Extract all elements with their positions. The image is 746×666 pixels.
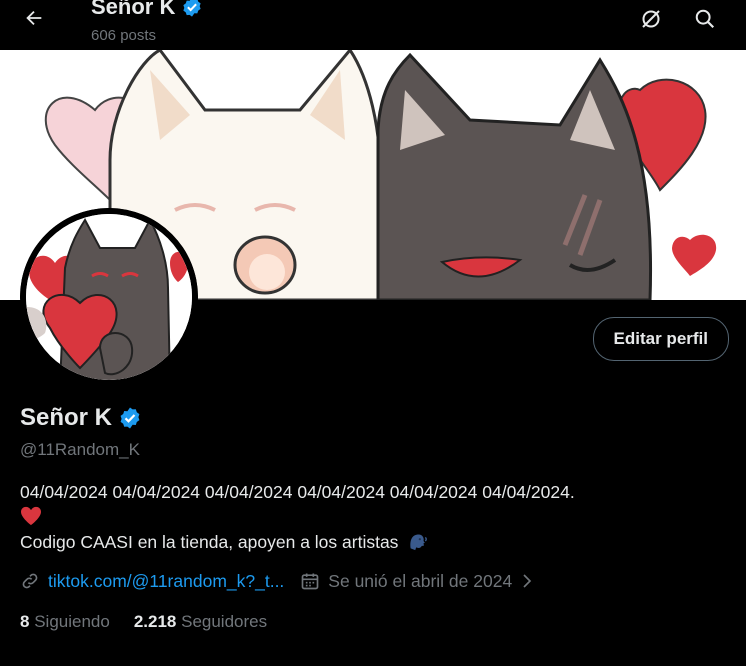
speaking-head-icon — [410, 534, 428, 551]
verified-badge-icon[interactable] — [118, 406, 142, 430]
profile-handle: @11Random_K — [20, 440, 140, 459]
search-button[interactable] — [690, 4, 720, 34]
profile-meta: tiktok.com/@11random_k?_t... Se unió el … — [20, 568, 536, 594]
header-name-text: Señor K — [91, 0, 176, 19]
search-icon — [695, 9, 715, 29]
display-name-text: Señor K — [20, 404, 113, 431]
verified-badge-icon — [183, 0, 201, 17]
profile-bio: 04/04/2024 04/04/2024 04/04/2024 04/04/2… — [20, 480, 726, 555]
top-bar: Señor K 606 posts — [0, 0, 746, 50]
avatar-illustration — [20, 208, 198, 386]
following-link[interactable]: 8 Siguiendo — [20, 612, 110, 632]
red-heart-icon — [21, 506, 41, 526]
profile-stats: 8 Siguiendo 2.218 Seguidores — [20, 612, 267, 632]
bio-line-dates: 04/04/2024 04/04/2024 04/04/2024 04/04/2… — [20, 482, 575, 502]
back-button[interactable] — [18, 4, 50, 32]
following-count: 8 — [20, 612, 30, 631]
header-posts-count: 606 posts — [91, 27, 157, 44]
no-signal-button[interactable] — [636, 4, 666, 34]
calendar-icon — [301, 573, 319, 590]
followers-link[interactable]: 2.218 Seguidores — [134, 612, 267, 632]
header-name: Señor K — [91, 0, 203, 20]
followers-label: Seguidores — [181, 612, 268, 631]
bio-line-code: Codigo CAASI en la tienda, apoyen a los … — [20, 530, 726, 555]
no-signal-icon — [642, 10, 660, 28]
bio-code-text: Codigo CAASI en la tienda, apoyen a los … — [20, 532, 399, 552]
following-label: Siguiendo — [34, 612, 110, 631]
joined-date: Se unió el abril de 2024 — [328, 570, 513, 591]
edit-profile-button[interactable]: Editar perfil — [592, 317, 729, 361]
followers-count: 2.218 — [133, 612, 177, 631]
chevron-right-icon[interactable] — [518, 572, 536, 590]
bio-line-heart — [20, 505, 726, 530]
profile-display-name: Señor K — [20, 404, 142, 432]
profile-avatar[interactable] — [20, 208, 198, 386]
link-icon — [22, 573, 38, 589]
profile-link[interactable]: tiktok.com/@11random_k?_t... — [48, 571, 284, 592]
arrow-left-icon — [26, 10, 42, 26]
